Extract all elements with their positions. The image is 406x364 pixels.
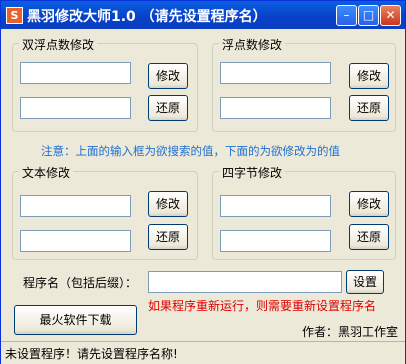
text-search-input[interactable] — [20, 195, 131, 217]
four-byte-restore-button[interactable]: 还原 — [349, 224, 389, 250]
double-float-modify-input[interactable] — [20, 97, 131, 119]
float-search-input[interactable] — [220, 62, 331, 84]
status-bar: 未设置程序！请先设置程序名称! — [1, 341, 405, 364]
program-name-input[interactable] — [148, 271, 342, 293]
double-float-modify-button[interactable]: 修改 — [148, 63, 188, 89]
float-modify-button[interactable]: 修改 — [349, 63, 389, 89]
four-byte-group-label: 四字节修改 — [219, 164, 286, 181]
close-button[interactable]: ✕ — [380, 5, 401, 26]
four-byte-modify-input[interactable] — [220, 230, 331, 252]
note-text: 注意：上面的输入框为欲搜索的值，下面的为欲修改为的值 — [41, 144, 340, 158]
double-float-restore-button[interactable]: 还原 — [148, 95, 188, 121]
minimize-button[interactable]: – — [336, 5, 357, 26]
double-float-search-input[interactable] — [20, 62, 131, 84]
text-modify-input[interactable] — [20, 230, 131, 252]
main-window: S 黑羽修改大师1.0 （请先设置程序名） – □ ✕ 双浮点数修改 修改 还原… — [0, 0, 406, 364]
title-bar[interactable]: S 黑羽修改大师1.0 （请先设置程序名） – □ ✕ — [1, 1, 405, 29]
float-modify-input[interactable] — [220, 97, 331, 119]
four-byte-search-input[interactable] — [220, 195, 331, 217]
double-float-group-label: 双浮点数修改 — [19, 36, 98, 53]
text-group-label: 文本修改 — [19, 164, 74, 181]
author-text: 作者：黑羽工作室 — [302, 325, 399, 339]
warning-text: 如果程序重新运行，则需要重新设置程序名 — [148, 299, 377, 313]
status-text: 未设置程序！请先设置程序名称! — [5, 347, 178, 361]
text-modify-button[interactable]: 修改 — [148, 191, 188, 217]
window-title: 黑羽修改大师1.0 （请先设置程序名） — [27, 9, 267, 25]
app-icon: S — [6, 7, 23, 24]
four-byte-modify-button[interactable]: 修改 — [349, 191, 389, 217]
float-restore-button[interactable]: 还原 — [349, 95, 389, 121]
download-button[interactable]: 最火软件下载 — [14, 305, 137, 335]
float-group-label: 浮点数修改 — [219, 36, 286, 53]
program-name-label: 程序名（包括后缀）： — [23, 276, 138, 290]
set-program-button[interactable]: 设置 — [346, 270, 384, 294]
maximize-button[interactable]: □ — [358, 5, 379, 26]
text-restore-button[interactable]: 还原 — [148, 224, 188, 250]
